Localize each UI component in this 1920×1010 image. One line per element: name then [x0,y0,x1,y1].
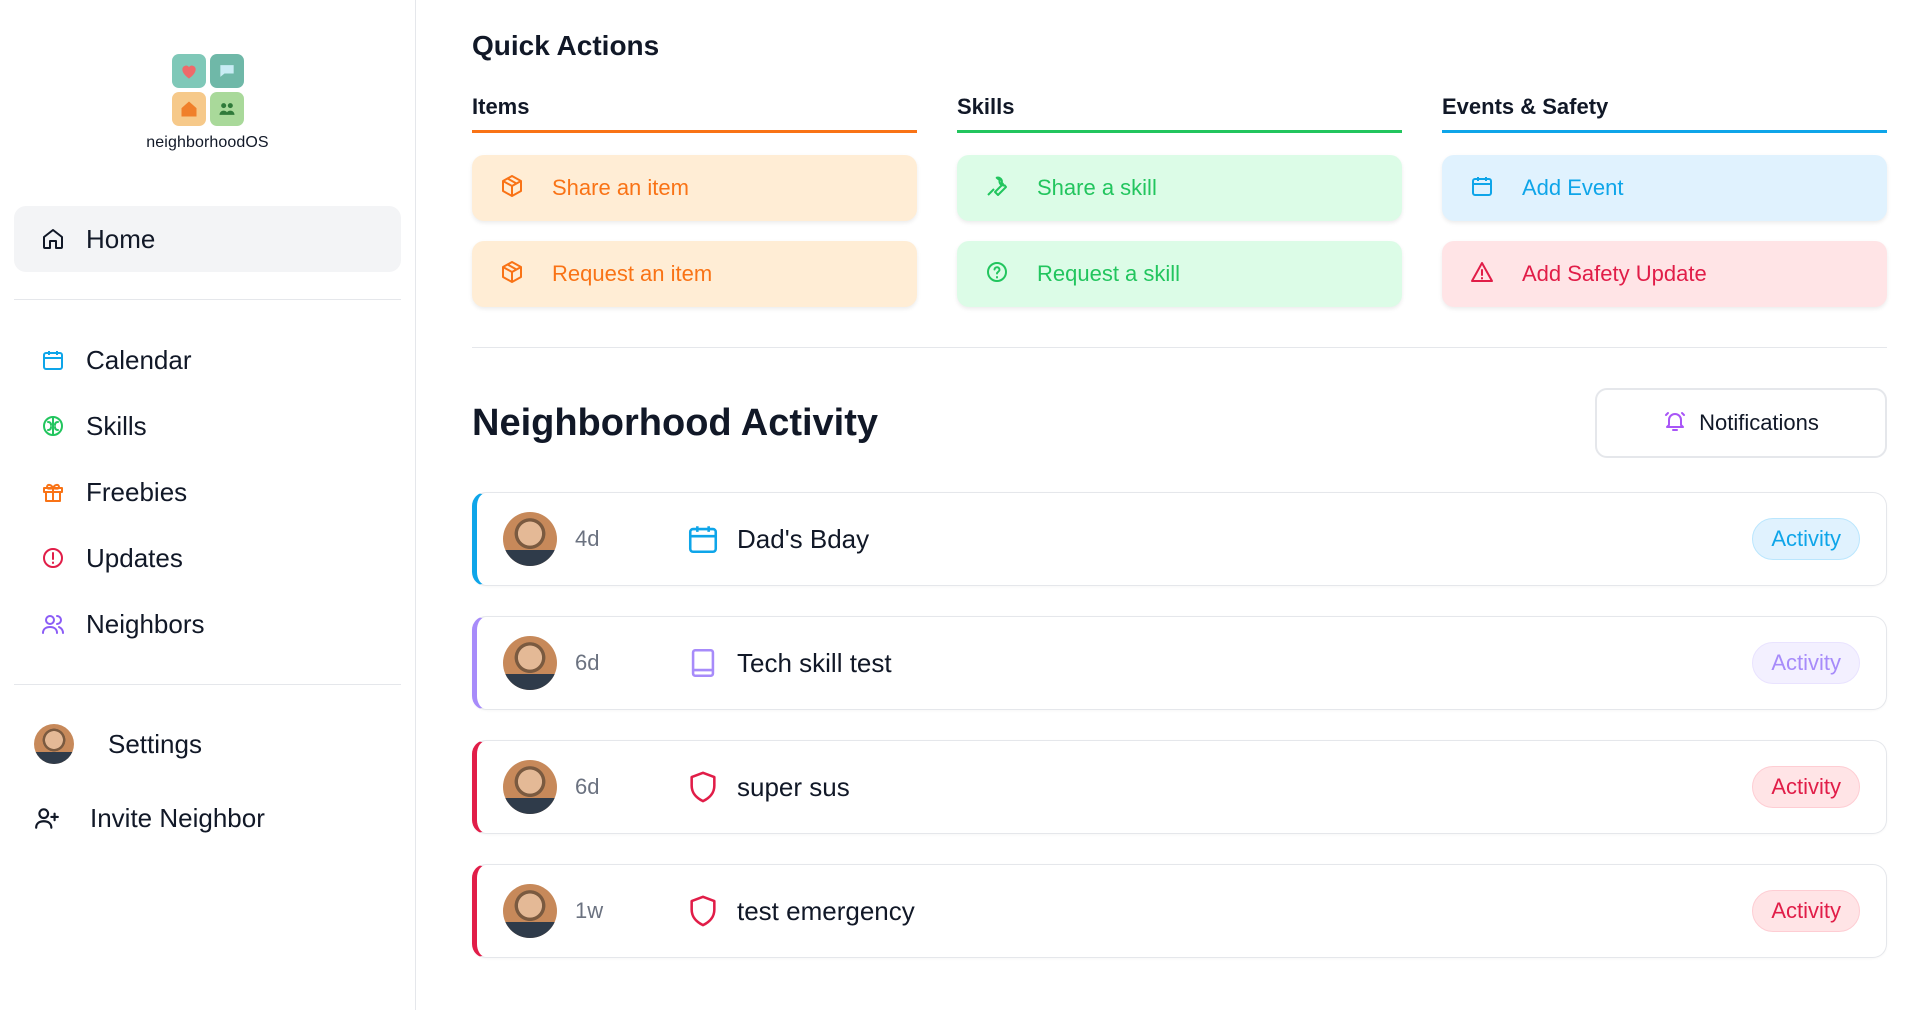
logo-mark [171,54,244,126]
activity-badge: Activity [1752,642,1860,684]
user-plus-icon [34,805,60,831]
activity-time: 4d [575,526,600,551]
activity-item[interactable]: 1w test emergency Activity [472,864,1887,958]
app-logo[interactable]: neighborhoodOS [14,0,401,152]
sidebar-item-label: Freebies [86,476,188,507]
sidebar-item-freebies[interactable]: Freebies [14,459,401,525]
activity-list: 4d Dad's Bday Activity 6d Tech skill tes… [472,492,1887,958]
calendar-icon [40,347,66,373]
quick-actions-columns: Items Share an item Request an item Skil… [472,94,1896,307]
alert-triangle-icon [1470,260,1494,289]
column-title: Events & Safety [1442,94,1887,133]
bell-ring-icon [1663,409,1687,438]
activity-name: Tech skill test [737,647,892,678]
request-item-button[interactable]: Request an item [472,241,917,307]
activity-title: Neighborhood Activity [472,401,879,444]
share-skill-button[interactable]: Share a skill [957,155,1402,221]
avatar [34,724,74,764]
sidebar-item-label: Updates [86,542,183,573]
quick-actions-title: Quick Actions [472,30,660,61]
avatar [503,636,557,690]
activity-time: 6d [575,650,600,675]
add-safety-update-button[interactable]: Add Safety Update [1442,241,1887,307]
users-icon [40,611,66,637]
quick-actions-items-column: Items Share an item Request an item [472,94,917,307]
sidebar-item-label: Neighbors [86,608,205,639]
activity-badge: Activity [1752,890,1860,932]
notifications-button[interactable]: Notifications [1595,388,1887,458]
activity-item[interactable]: 4d Dad's Bday Activity [472,492,1887,586]
sidebar-item-updates[interactable]: Updates [14,525,401,591]
activity-time: 1w [575,898,604,923]
home-icon [40,226,66,252]
invite-neighbor-button[interactable]: Invite Neighbor [14,781,401,855]
activity-badge: Activity [1752,518,1860,560]
sidebar-divider [14,684,401,685]
heart-icon [171,54,206,88]
avatar [503,884,557,938]
share-item-button[interactable]: Share an item [472,155,917,221]
sidebar-item-neighbors[interactable]: Neighbors [14,591,401,657]
sidebar-item-label: Home [86,223,156,254]
activity-time: 6d [575,774,600,799]
column-title: Items [472,94,917,133]
people-icon [209,92,244,126]
sidebar-item-calendar[interactable]: Calendar [14,327,401,393]
sidebar-item-label: Skills [86,410,147,441]
shield-icon [685,769,721,805]
button-label: Request an item [552,261,713,286]
activity-header: Neighborhood Activity Notifications [472,388,1887,458]
quick-actions-skills-column: Skills Share a skill Request a skill [957,94,1402,307]
notifications-label: Notifications [1699,410,1819,435]
activity-item[interactable]: 6d super sus Activity [472,740,1887,834]
activity-badge: Activity [1752,766,1860,808]
sidebar-item-settings[interactable]: Settings [14,707,401,781]
chat-bubble-icon [209,54,244,88]
avatar [503,512,557,566]
section-divider [472,347,1887,348]
sidebar-divider [14,299,401,300]
sidebar: neighborhoodOS Home Calendar Skills Free… [0,0,416,1010]
button-label: Add Event [1522,175,1624,200]
calendar-icon [1470,174,1494,203]
gift-icon [40,479,66,505]
sidebar-item-label: Calendar [86,344,192,375]
package-icon [500,174,524,203]
sidebar-item-label: Settings [108,728,202,759]
activity-name: Dad's Bday [737,523,870,554]
avatar [503,760,557,814]
quick-actions-events-column: Events & Safety Add Event Add Safety Upd… [1442,94,1887,307]
wrench-icon [985,174,1009,203]
request-skill-button[interactable]: Request a skill [957,241,1402,307]
help-circle-icon [985,260,1009,289]
add-event-button[interactable]: Add Event [1442,155,1887,221]
activity-name: super sus [737,771,850,802]
button-label: Share a skill [1037,175,1157,200]
button-label: Share an item [552,175,689,200]
calendar-icon [685,521,721,557]
package-icon [500,260,524,289]
brain-icon [40,413,66,439]
info-icon [40,545,66,571]
sidebar-item-label: Invite Neighbor [90,802,265,833]
column-title: Skills [957,94,1402,133]
sidebar-item-skills[interactable]: Skills [14,393,401,459]
sidebar-item-home[interactable]: Home [14,206,401,272]
button-label: Request a skill [1037,261,1181,286]
main-content: Quick Actions Items Share an item Reques… [416,0,1920,1010]
shield-icon [685,893,721,929]
house-icon [171,92,206,126]
button-label: Add Safety Update [1522,261,1707,286]
activity-item[interactable]: 6d Tech skill test Activity [472,616,1887,710]
book-icon [685,645,721,681]
activity-name: test emergency [737,895,915,926]
app-name: neighborhoodOS [146,134,269,151]
